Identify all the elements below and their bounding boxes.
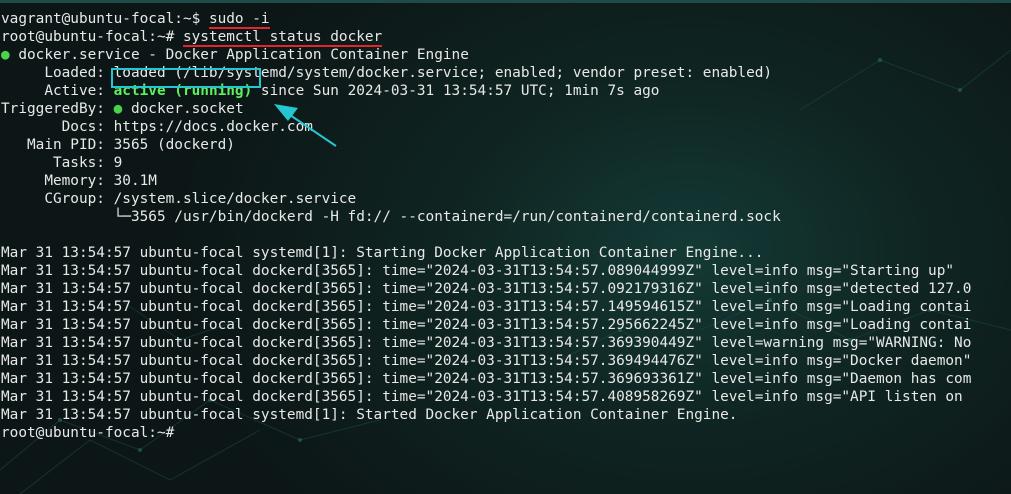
command-sudo: sudo -i bbox=[208, 11, 270, 29]
log-line: Mar 31 13:54:57 ubuntu-focal dockerd[356… bbox=[1, 263, 955, 279]
terminal-window[interactable]: vagrant@ubuntu-focal:~$ sudo -i root@ubu… bbox=[0, 0, 1011, 494]
prompt-text: vagrant@ubuntu-focal:~$ bbox=[1, 11, 209, 27]
log-line: Mar 31 13:54:57 ubuntu-focal systemd[1]:… bbox=[1, 245, 764, 261]
log-line: Mar 31 13:54:57 ubuntu-focal dockerd[356… bbox=[1, 317, 972, 333]
terminal-line-tasks: Tasks: 9 bbox=[1, 155, 123, 171]
terminal-line-prompt-systemctl: root@ubuntu-focal:~# systemctl status do… bbox=[1, 28, 971, 47]
log-line: Mar 31 13:54:57 ubuntu-focal dockerd[356… bbox=[1, 371, 972, 387]
status-dot-icon: ● bbox=[113, 101, 123, 117]
terminal-line-triggered-by: TriggeredBy: ● docker.socket bbox=[1, 100, 971, 118]
log-line: Mar 31 13:54:57 ubuntu-focal dockerd[356… bbox=[1, 353, 972, 369]
triggered-label: TriggeredBy: bbox=[1, 101, 114, 117]
terminal-line-cgroup-process: └─3565 /usr/bin/dockerd -H fd:// --conta… bbox=[1, 209, 781, 225]
terminal-line-service-title: ● docker.service - Docker Application Co… bbox=[1, 46, 971, 64]
triggered-value: docker.socket bbox=[122, 101, 244, 117]
active-label: Active: bbox=[1, 83, 114, 99]
status-dot-icon: ● bbox=[1, 47, 10, 63]
active-status-highlight-box bbox=[111, 68, 261, 88]
prompt-text: root@ubuntu-focal:~# bbox=[1, 29, 183, 45]
terminal-line-main-pid: Main PID: 3565 (dockerd) bbox=[1, 137, 235, 153]
terminal-line-final-prompt[interactable]: root@ubuntu-focal:~# bbox=[1, 424, 971, 442]
service-title-text: docker.service - Docker Application Cont… bbox=[9, 47, 469, 63]
terminal-line-cgroup: CGroup: /system.slice/docker.service bbox=[1, 191, 357, 207]
log-line: Mar 31 13:54:57 ubuntu-focal dockerd[356… bbox=[1, 281, 972, 297]
log-line: Mar 31 13:54:57 ubuntu-focal dockerd[356… bbox=[1, 389, 972, 405]
window-top-edge bbox=[0, 0, 1011, 3]
command-systemctl: systemctl status docker bbox=[182, 29, 383, 47]
log-line: Mar 31 13:54:57 ubuntu-focal systemd[1]:… bbox=[1, 407, 738, 423]
log-line: Mar 31 13:54:57 ubuntu-focal dockerd[356… bbox=[1, 335, 972, 351]
log-line: Mar 31 13:54:57 ubuntu-focal dockerd[356… bbox=[1, 299, 972, 315]
terminal-line-docs: Docs: https://docs.docker.com bbox=[1, 119, 313, 135]
terminal-line-memory: Memory: 30.1M bbox=[1, 173, 157, 189]
terminal-line-prompt-sudo: vagrant@ubuntu-focal:~$ sudo -i bbox=[1, 10, 971, 29]
active-since: since Sun 2024-03-31 13:54:57 UTC; 1min … bbox=[252, 83, 660, 99]
prompt-text: root@ubuntu-focal:~# bbox=[1, 425, 183, 441]
